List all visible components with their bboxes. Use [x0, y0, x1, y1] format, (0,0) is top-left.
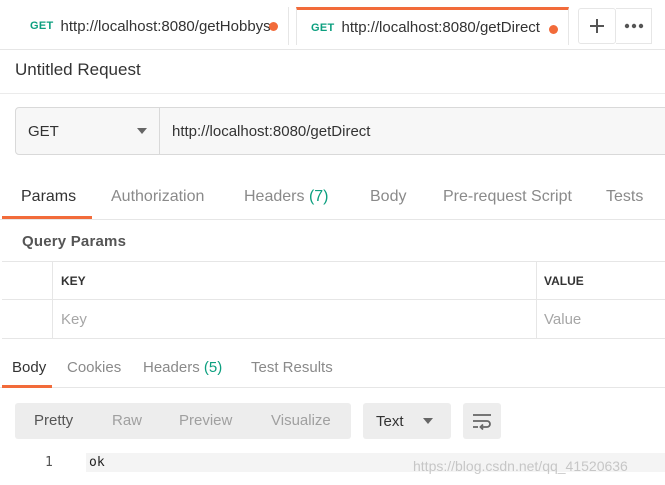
tab-label: Headers — [143, 359, 200, 376]
format-value: Text — [376, 412, 404, 430]
active-tab-indicator — [2, 385, 52, 388]
divider — [0, 93, 665, 94]
param-value-input[interactable]: Value — [537, 300, 665, 338]
value-column-header: VALUE — [544, 274, 584, 288]
chevron-down-icon — [423, 418, 433, 424]
url-bar: GET — [15, 107, 665, 155]
tab-url-label: http://localhost:8080/getDirect — [341, 19, 540, 36]
request-title[interactable]: Untitled Request — [15, 60, 141, 80]
response-line-text: ok — [89, 455, 105, 470]
view-visualize-button[interactable]: Visualize — [271, 412, 331, 429]
tab-response-body[interactable]: Body — [12, 359, 46, 376]
tab-test-results[interactable]: Test Results — [251, 359, 333, 376]
table-header-row: KEY VALUE — [2, 262, 665, 300]
tab-authorization[interactable]: Authorization — [111, 188, 204, 206]
tab-tests[interactable]: Tests — [606, 188, 643, 206]
http-method-select[interactable]: GET — [16, 108, 160, 154]
active-tab-indicator — [2, 216, 92, 219]
chevron-down-icon — [137, 128, 147, 134]
tab-headers[interactable]: Headers (7) — [244, 188, 329, 206]
response-view-mode-group: Pretty Raw Preview Visualize — [15, 403, 351, 439]
url-input[interactable] — [160, 108, 665, 154]
tab-url-label: http://localhost:8080/getHobbys — [60, 17, 271, 35]
request-tab-gethobbys[interactable]: GET http://localhost:8080/getHobbys — [14, 7, 289, 45]
http-method-value: GET — [28, 122, 59, 140]
request-options-tabs: Params Authorization Headers (7) Body Pr… — [0, 178, 665, 220]
query-params-heading: Query Params — [22, 233, 127, 250]
checkbox-column-header — [2, 262, 53, 300]
key-column-header: KEY — [53, 262, 537, 300]
param-key-input[interactable]: Key — [53, 300, 537, 338]
tab-response-headers[interactable]: Headers (5) — [143, 359, 222, 376]
response-tabs: Body Cookies Headers (5) Test Results — [0, 350, 665, 388]
request-tab-strip: GET http://localhost:8080/getHobbys GET … — [0, 0, 665, 50]
request-tab-getdirect[interactable]: GET http://localhost:8080/getDirect — [296, 7, 569, 45]
tab-params[interactable]: Params — [21, 188, 76, 206]
tab-pre-request-script[interactable]: Pre-request Script — [443, 188, 572, 206]
plus-icon[interactable] — [578, 8, 616, 44]
watermark: https://blog.csdn.net/qq_41520636 — [413, 458, 628, 474]
tab-body[interactable]: Body — [370, 188, 406, 206]
tab-cookies[interactable]: Cookies — [67, 359, 121, 376]
tab-label: Headers — [244, 188, 305, 205]
unsaved-changes-dot-icon — [269, 22, 278, 31]
row-checkbox-cell[interactable] — [2, 300, 53, 338]
line-number: 1 — [45, 455, 53, 470]
tab-count-badge: (5) — [203, 359, 223, 376]
response-format-select[interactable]: Text — [363, 403, 451, 439]
tab-method-label: GET — [30, 20, 54, 32]
view-preview-button[interactable]: Preview — [179, 412, 232, 429]
tab-count-badge: (7) — [308, 188, 329, 205]
query-params-table: KEY VALUE Key Value — [2, 261, 665, 339]
more-horizontal-icon[interactable] — [616, 8, 652, 44]
view-raw-button[interactable]: Raw — [112, 412, 142, 429]
tab-method-label: GET — [311, 21, 335, 34]
table-row: Key Value — [2, 300, 665, 338]
wrap-lines-icon[interactable] — [463, 403, 501, 439]
view-pretty-button[interactable]: Pretty — [34, 412, 73, 429]
unsaved-changes-dot-icon — [549, 25, 558, 34]
